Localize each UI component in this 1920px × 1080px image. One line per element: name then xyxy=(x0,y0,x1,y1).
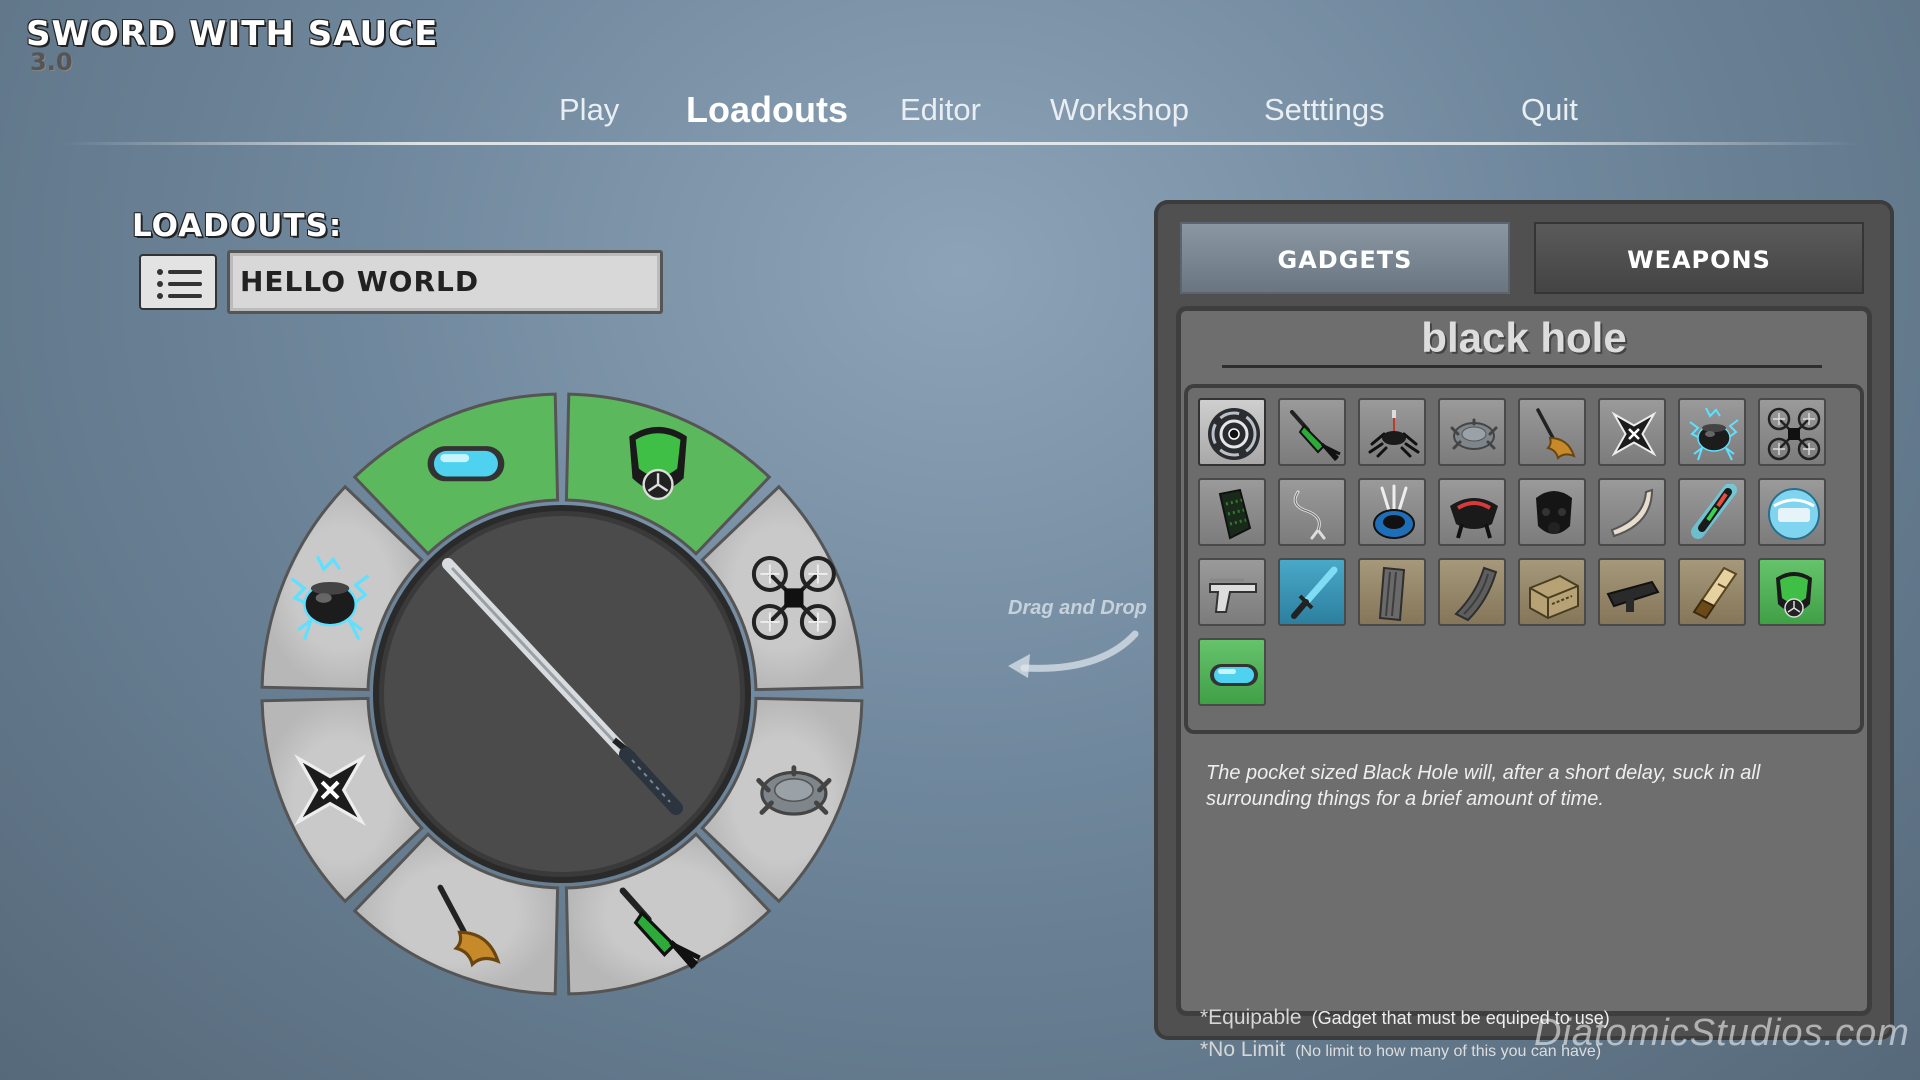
gadget-slot[interactable] xyxy=(1518,558,1586,626)
grappling-hook-icon xyxy=(1293,490,1326,540)
pistol-icon xyxy=(1209,578,1257,613)
gadget-slot[interactable] xyxy=(1678,558,1746,626)
gadget-slot[interactable] xyxy=(1278,398,1346,466)
tab-gadgets[interactable]: GADGETS xyxy=(1180,222,1510,294)
electric-bomb-icon xyxy=(1689,407,1739,461)
nav-loadouts[interactable]: Loadouts xyxy=(686,89,848,131)
nav-workshop[interactable]: Workshop xyxy=(1050,92,1189,128)
tab-weapons[interactable]: WEAPONS xyxy=(1534,222,1864,294)
magazine-icon xyxy=(1378,566,1406,622)
gadget-slot[interactable] xyxy=(1678,398,1746,466)
loadout-name-field[interactable]: HELLO WORLD xyxy=(227,250,663,314)
gadget-slot[interactable] xyxy=(1598,478,1666,546)
gadget-detail-panel: black hole The pocket sized Black Hole w… xyxy=(1176,306,1872,1061)
game-logo: SWORD WITH SAUCE xyxy=(26,14,439,54)
gas-mask-icon xyxy=(1776,572,1812,618)
loadouts-heading: LOADOUTS: xyxy=(132,208,343,244)
gadget-slot[interactable] xyxy=(1358,478,1426,546)
gadget-slot[interactable] xyxy=(1438,398,1506,466)
curved-arrow-icon xyxy=(1008,630,1139,678)
nav-divider xyxy=(60,142,1860,145)
shield-orb-icon xyxy=(1768,488,1820,540)
drone-icon xyxy=(1767,407,1821,461)
gadget-slot[interactable] xyxy=(1278,478,1346,546)
boomerang-icon xyxy=(1610,488,1654,538)
dark-mask-icon xyxy=(1536,491,1572,534)
gadget-slot[interactable] xyxy=(1438,558,1506,626)
nav-settings[interactable]: Setttings xyxy=(1264,92,1385,128)
broom-icon xyxy=(1536,408,1576,460)
selected-item-name: black hole xyxy=(1421,314,1627,361)
version-label: 3.0 xyxy=(30,48,73,76)
gadget-slot[interactable] xyxy=(1758,398,1826,466)
turtle-mine-icon xyxy=(1450,418,1498,450)
blue-sword-icon xyxy=(1291,566,1338,619)
item-description: The pocket sized Black Hole will, after … xyxy=(1206,762,1761,810)
attribute-name: *Equipable xyxy=(1200,1006,1302,1029)
gadget-slot[interactable] xyxy=(1758,558,1826,626)
attribute-name: *No Limit xyxy=(1200,1038,1286,1061)
gadget-slot[interactable] xyxy=(1278,558,1346,626)
gadget-slot[interactable] xyxy=(1198,398,1266,466)
gadget-slot[interactable] xyxy=(1758,478,1826,546)
goggles-icon xyxy=(427,446,505,482)
nav-editor[interactable]: Editor xyxy=(900,92,981,128)
gadget-slot[interactable] xyxy=(1198,638,1266,706)
gadget-slot[interactable] xyxy=(1518,478,1586,546)
gadget-slot[interactable] xyxy=(1598,558,1666,626)
gadget-slot[interactable] xyxy=(1358,558,1426,626)
gadget-slot[interactable] xyxy=(1358,398,1426,466)
gadget-slot[interactable] xyxy=(1198,478,1266,546)
nav-quit[interactable]: Quit xyxy=(1521,92,1578,128)
loadout-wheel xyxy=(260,392,864,996)
scope-icon xyxy=(1606,580,1660,612)
title-divider xyxy=(1222,365,1822,368)
black-hole-icon xyxy=(1208,408,1260,460)
grenade-canister-icon xyxy=(1218,488,1252,540)
smoke-pot-icon xyxy=(1373,484,1415,539)
gadget-grid xyxy=(1184,384,1864,734)
loadout-list-button[interactable] xyxy=(139,254,217,310)
gadget-slot[interactable] xyxy=(1678,478,1746,546)
gadget-slot[interactable] xyxy=(1438,478,1506,546)
main-nav: Play Loadouts Editor Workshop Setttings … xyxy=(0,89,1920,132)
red-bot-icon xyxy=(1450,498,1498,539)
gadget-slot[interactable] xyxy=(1518,398,1586,466)
curved-magazine-icon xyxy=(1454,566,1498,622)
inventory-panel: GADGETS WEAPONS black hole The pocket si… xyxy=(1154,200,1894,1061)
gadget-slot[interactable] xyxy=(1598,398,1666,466)
robot-spider-icon xyxy=(1368,410,1420,458)
shotgun-shells-icon xyxy=(1692,566,1738,620)
gadget-slot[interactable] xyxy=(1198,558,1266,626)
goggles-icon xyxy=(1210,664,1258,686)
drag-drop-hint: Drag and Drop xyxy=(1008,597,1147,619)
dart-icon xyxy=(1290,410,1341,461)
ammo-box-icon xyxy=(1529,574,1579,620)
lightsaber-capsule-icon xyxy=(1691,484,1737,539)
nav-play[interactable]: Play xyxy=(559,92,619,128)
watermark: DiatomicStudios.com xyxy=(1534,1012,1910,1054)
shuriken-icon xyxy=(1611,411,1657,457)
